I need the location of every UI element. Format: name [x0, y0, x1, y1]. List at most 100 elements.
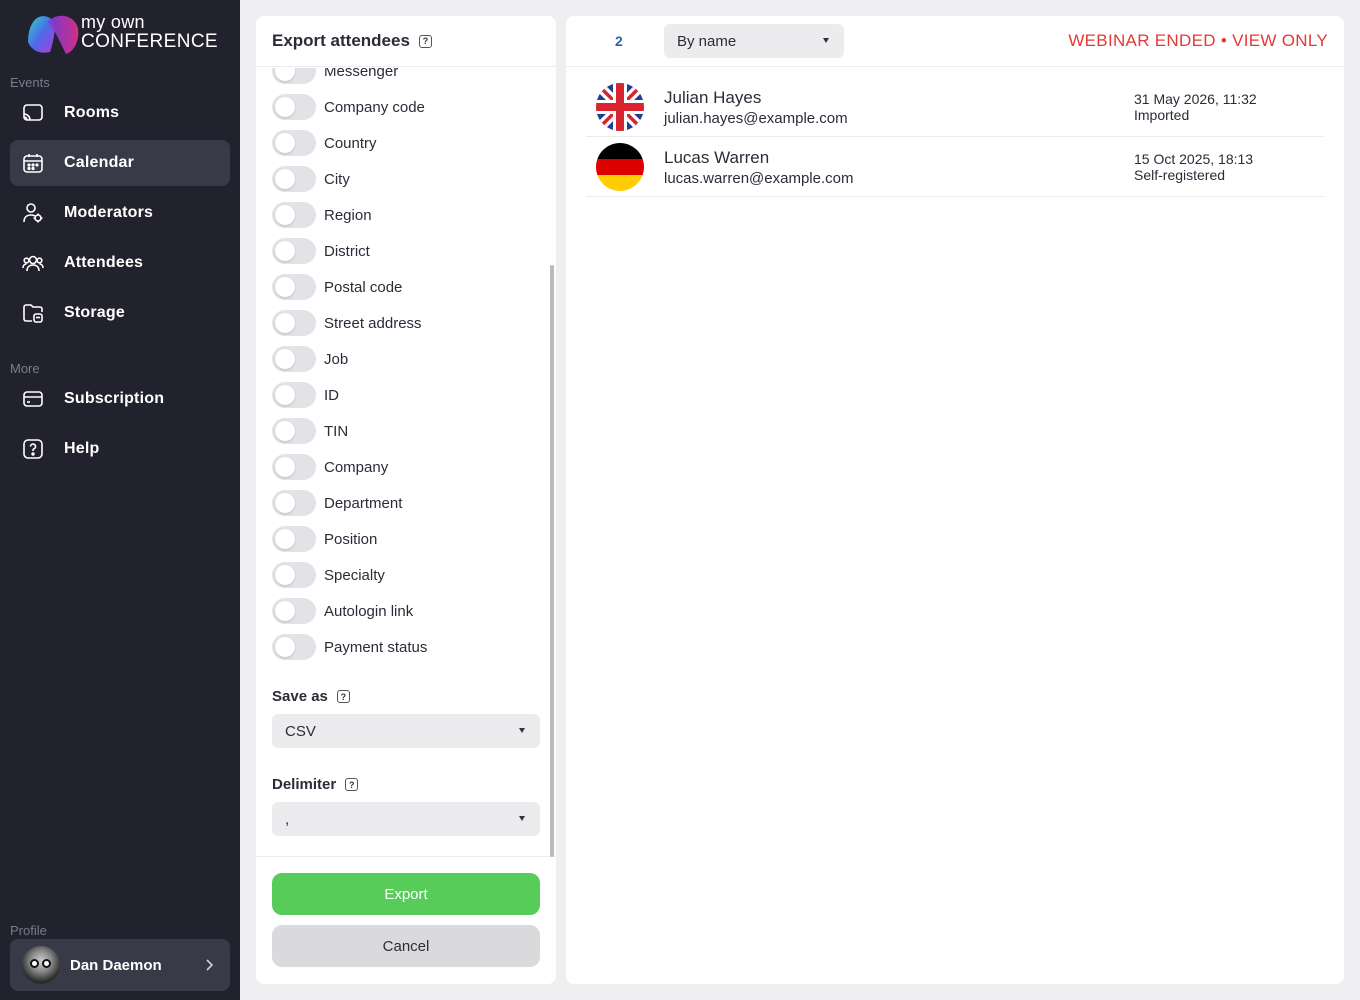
toggle-switch[interactable]	[272, 94, 316, 120]
toggle-label: ID	[324, 386, 339, 404]
sidebar-item-attendees[interactable]: Attendees	[10, 240, 230, 286]
sidebar-item-label: Calendar	[64, 154, 135, 171]
profile-section-label: Profile	[10, 923, 47, 938]
divider	[256, 856, 556, 857]
attendee-name: Julian Hayes	[664, 88, 762, 107]
cast-icon	[22, 102, 44, 124]
toggle-switch[interactable]	[272, 526, 316, 552]
caret-down-icon	[823, 38, 829, 43]
help-icon[interactable]: ?	[336, 690, 350, 703]
sidebar-item-label: Help	[64, 440, 100, 457]
toggle-row-id: ID	[272, 382, 339, 408]
toggle-row-street-address: Street address	[272, 310, 422, 336]
toggle-row-department: Department	[272, 490, 402, 516]
attendee-email: lucas.warren@example.com	[664, 170, 854, 187]
toggle-switch[interactable]	[272, 346, 316, 372]
toggle-row-company-code: Company code	[272, 94, 425, 120]
toggle-switch[interactable]	[272, 490, 316, 516]
toggle-switch[interactable]	[272, 454, 316, 480]
toggle-label: TIN	[324, 422, 349, 440]
chevron-right-icon	[206, 959, 214, 971]
toggle-label: Specialty	[324, 566, 385, 584]
profile-name: Dan Daemon	[70, 956, 162, 974]
delimiter-select[interactable]: ,	[272, 802, 540, 836]
toggle-row-country: Country	[272, 130, 377, 156]
toggle-label: Messenger	[324, 68, 399, 80]
attendee-row[interactable]: Lucas Warren lucas.warren@example.com 15…	[586, 137, 1324, 197]
brand-line-2: CONFERENCE	[81, 31, 219, 52]
calendar-icon	[22, 152, 44, 174]
toggle-switch[interactable]	[272, 418, 316, 444]
sort-select[interactable]: By name	[664, 24, 844, 58]
save-as-label: Save as ?	[272, 688, 350, 705]
export-scrollbar[interactable]	[550, 265, 554, 857]
field-toggle-list[interactable]: Messenger Company code Country City Regi…	[256, 68, 556, 688]
toggle-label: City	[324, 170, 350, 188]
delimiter-label: Delimiter ?	[272, 776, 359, 793]
toggle-row-city: City	[272, 166, 350, 192]
toggle-switch[interactable]	[272, 202, 316, 228]
toggle-switch[interactable]	[272, 634, 316, 660]
sidebar-item-help[interactable]: Help	[10, 426, 230, 472]
sidebar-item-calendar[interactable]: Calendar	[10, 140, 230, 186]
sidebar-item-label: Rooms	[64, 104, 120, 121]
toggle-label: Company	[324, 458, 389, 476]
brand-line-1: my own	[81, 12, 145, 32]
help-icon	[22, 438, 44, 460]
attendee-source: Imported	[1134, 107, 1190, 123]
save-as-text: Save as	[272, 688, 328, 705]
sidebar: my own CONFERENCE Events Rooms Calendar …	[0, 0, 240, 1000]
attendee-row[interactable]: Julian Hayes julian.hayes@example.com 31…	[586, 77, 1324, 137]
sidebar-item-subscription[interactable]: Subscription	[10, 376, 230, 422]
logo[interactable]: my own CONFERENCE	[26, 12, 226, 56]
help-icon[interactable]: ?	[418, 34, 432, 48]
sidebar-item-storage[interactable]: Storage	[10, 290, 230, 336]
folder-icon	[22, 302, 44, 324]
toggle-row-job: Job	[272, 346, 348, 372]
user-gear-icon	[22, 202, 44, 224]
avatar	[22, 946, 60, 984]
attendee-name: Lucas Warren	[664, 148, 770, 167]
logo-text: my own CONFERENCE	[81, 12, 219, 52]
toggle-switch[interactable]	[272, 598, 316, 624]
attendee-date: 31 May 2026, 11:32	[1134, 91, 1257, 107]
toggle-row-messenger: Messenger	[272, 68, 398, 84]
caret-down-icon	[519, 816, 525, 821]
toggle-row-region: Region	[272, 202, 372, 228]
toggle-switch[interactable]	[272, 274, 316, 300]
export-panel: Export attendees ? Messenger Company cod…	[256, 16, 556, 984]
cancel-button[interactable]: Cancel	[272, 925, 540, 967]
toggle-switch[interactable]	[272, 310, 316, 336]
toggle-label: Region	[324, 206, 372, 224]
help-icon[interactable]: ?	[345, 778, 359, 791]
export-button[interactable]: Export	[272, 873, 540, 915]
toggle-row-district: District	[272, 238, 370, 264]
toggle-label: Department	[324, 494, 403, 512]
attendee-source: Self-registered	[1134, 167, 1226, 183]
more-section-label: More	[10, 361, 40, 376]
sidebar-item-label: Moderators	[64, 204, 154, 221]
toggle-row-position: Position	[272, 526, 377, 552]
logo-mark-icon	[28, 15, 79, 54]
toggle-switch[interactable]	[272, 130, 316, 156]
toggle-row-payment-status: Payment status	[272, 634, 427, 660]
toggle-label: Position	[324, 530, 378, 548]
toggle-switch[interactable]	[272, 166, 316, 192]
caret-down-icon	[519, 728, 525, 733]
sort-value: By name	[677, 32, 737, 50]
attendee-count: 2	[615, 33, 623, 49]
sidebar-item-moderators[interactable]: Moderators	[10, 190, 230, 236]
delimiter-text: Delimiter	[272, 776, 337, 793]
toggle-switch[interactable]	[272, 238, 316, 264]
sidebar-item-label: Storage	[64, 304, 125, 321]
events-section-label: Events	[10, 75, 50, 90]
save-as-select[interactable]: CSV	[272, 714, 540, 748]
profile-card[interactable]: Dan Daemon	[10, 939, 230, 991]
card-icon	[22, 388, 44, 410]
toggle-switch[interactable]	[272, 562, 316, 588]
sidebar-item-rooms[interactable]: Rooms	[10, 90, 230, 136]
attendee-email: julian.hayes@example.com	[664, 110, 848, 127]
save-as-value: CSV	[285, 722, 316, 740]
toggle-switch[interactable]	[272, 68, 316, 84]
toggle-switch[interactable]	[272, 382, 316, 408]
